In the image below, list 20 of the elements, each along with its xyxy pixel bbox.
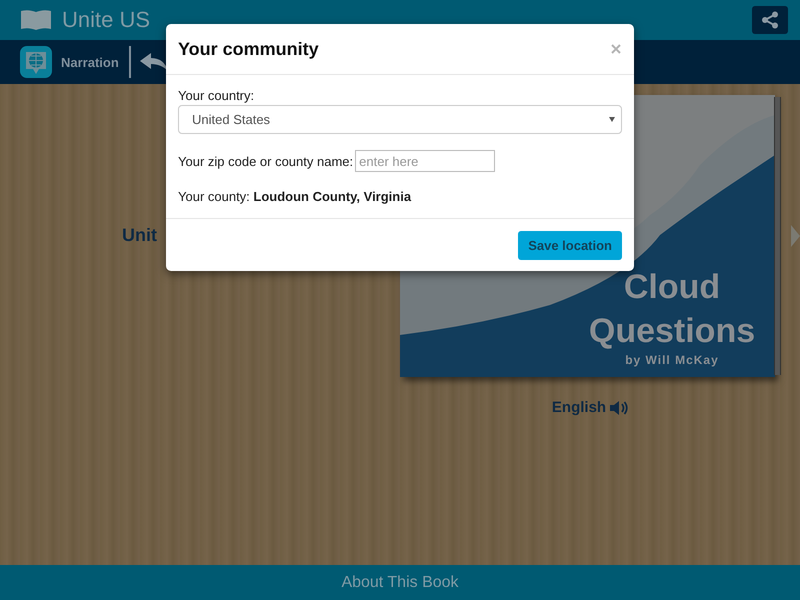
caret-icon bbox=[609, 117, 615, 122]
back-arrow-icon[interactable] bbox=[138, 52, 169, 72]
book-title: Unit bbox=[122, 225, 157, 245]
share-button[interactable] bbox=[752, 6, 788, 34]
share-icon bbox=[761, 11, 779, 29]
country-select[interactable]: United States bbox=[178, 105, 622, 134]
app-title: Unite US bbox=[62, 7, 150, 33]
about-book-link[interactable]: About This Book bbox=[341, 574, 459, 592]
cover-author: by Will McKay bbox=[625, 353, 719, 367]
dialog-title: Your community bbox=[178, 38, 319, 60]
cover-title: Cloud Questions bbox=[588, 267, 756, 352]
country-label: Your country: bbox=[178, 88, 256, 103]
zip-input[interactable]: enter here bbox=[355, 150, 496, 172]
narration-label[interactable]: Narration bbox=[61, 54, 119, 70]
zip-label: Your zip code or county name: bbox=[178, 154, 354, 168]
globe-speech-icon[interactable] bbox=[19, 45, 53, 79]
save-location-button[interactable]: Save location bbox=[518, 231, 622, 260]
language-button[interactable]: English bbox=[552, 399, 630, 416]
speaker-icon bbox=[609, 400, 630, 416]
book-logo-icon bbox=[20, 9, 52, 31]
